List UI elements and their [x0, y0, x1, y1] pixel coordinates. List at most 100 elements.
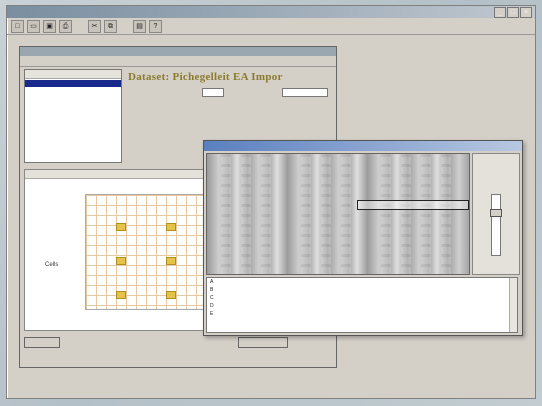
gel-lane	[261, 154, 271, 274]
table-cell	[227, 278, 249, 286]
table-cell	[428, 310, 450, 318]
page-title: Dataset: Pichegelleit EA Impor	[128, 71, 283, 83]
well[interactable]	[116, 257, 126, 265]
well-grid[interactable]	[85, 194, 209, 310]
contrast-panel	[472, 153, 520, 275]
list-item-selected[interactable]	[25, 80, 121, 87]
new-icon[interactable]: □	[11, 19, 24, 33]
table-cell	[317, 294, 339, 302]
table-cell	[450, 310, 472, 318]
table-cell	[383, 286, 405, 294]
table-cell	[317, 278, 339, 286]
table-cell	[317, 302, 339, 310]
table-row: B	[207, 286, 517, 294]
gel-image-window: ABCDE	[203, 140, 523, 336]
table-cell	[450, 286, 472, 294]
table-cell	[406, 310, 428, 318]
table-cell: E	[210, 311, 214, 317]
contrast-slider[interactable]	[490, 194, 502, 256]
table-cell	[272, 302, 294, 310]
right-button[interactable]	[238, 337, 288, 348]
table-cell	[406, 278, 428, 286]
well[interactable]	[116, 291, 126, 299]
dataset-list[interactable]	[24, 69, 122, 163]
table-cell	[339, 302, 361, 310]
table-cell	[361, 294, 383, 302]
well[interactable]	[116, 223, 126, 231]
table-cell	[272, 286, 294, 294]
gel-lane	[341, 154, 351, 274]
table-cell	[250, 302, 272, 310]
table-cell	[361, 286, 383, 294]
table-cell	[406, 302, 428, 310]
well[interactable]	[166, 291, 176, 299]
table-cell	[294, 302, 316, 310]
gel-lane	[421, 154, 431, 274]
value-field[interactable]	[202, 88, 224, 97]
table-cell	[450, 294, 472, 302]
print-icon[interactable]: ⎙	[59, 19, 72, 33]
table-cell: A	[210, 279, 214, 285]
table-cell	[428, 294, 450, 302]
table-cell	[473, 286, 495, 294]
table-cell	[361, 302, 383, 310]
maximize-button[interactable]: □	[507, 7, 519, 18]
gel-lane	[221, 154, 231, 274]
close-button[interactable]: ×	[520, 7, 532, 18]
table-cell: C	[210, 295, 214, 301]
table-cell	[450, 302, 472, 310]
table-cell	[250, 278, 272, 286]
table-cell	[250, 310, 272, 318]
well[interactable]	[166, 223, 176, 231]
gel-image[interactable]	[206, 153, 470, 275]
slider-thumb[interactable]	[490, 209, 502, 217]
table-cell: B	[210, 287, 214, 293]
table-cell	[361, 278, 383, 286]
left-button[interactable]	[24, 337, 60, 348]
table-cell	[339, 286, 361, 294]
open-icon[interactable]: ▭	[27, 19, 40, 33]
gel-lane	[241, 154, 251, 274]
selection-marker[interactable]	[357, 200, 469, 210]
help-icon[interactable]: ?	[149, 19, 162, 33]
table-scrollbar[interactable]	[509, 278, 517, 332]
table-cell	[272, 278, 294, 286]
table-cell	[383, 302, 405, 310]
gel-lane	[321, 154, 331, 274]
table-cell: D	[210, 303, 214, 309]
table-cell	[317, 310, 339, 318]
table-cell	[383, 310, 405, 318]
table-cell	[473, 310, 495, 318]
table-cell	[294, 310, 316, 318]
table-cell	[227, 310, 249, 318]
table-cell	[473, 302, 495, 310]
table-cell	[250, 286, 272, 294]
table-cell	[339, 278, 361, 286]
well[interactable]	[166, 257, 176, 265]
copy-icon[interactable]: ⧉	[104, 19, 117, 33]
table-cell	[250, 294, 272, 302]
gel-lane	[301, 154, 311, 274]
child-title-bar	[20, 47, 336, 56]
gel-lane	[441, 154, 451, 274]
save-icon[interactable]: ▣	[43, 19, 56, 33]
table-cell	[272, 294, 294, 302]
table-cell	[227, 302, 249, 310]
table-row: A	[207, 278, 517, 286]
cut-icon[interactable]: ✂	[88, 19, 101, 33]
table-cell	[294, 294, 316, 302]
minimize-button[interactable]: _	[494, 7, 506, 18]
gel-lane	[381, 154, 391, 274]
title-bar: _ □ ×	[7, 6, 535, 18]
table-cell	[383, 294, 405, 302]
table-row: D	[207, 302, 517, 310]
paste-icon[interactable]: ▤	[133, 19, 146, 33]
table-cell	[473, 294, 495, 302]
value-field[interactable]	[282, 88, 328, 97]
gel-lane	[401, 154, 411, 274]
values-table: ABCDE	[206, 277, 518, 333]
table-cell	[294, 286, 316, 294]
list-header	[25, 70, 121, 79]
gel-title-bar	[204, 141, 522, 151]
y-axis-label: Cells	[45, 262, 59, 268]
